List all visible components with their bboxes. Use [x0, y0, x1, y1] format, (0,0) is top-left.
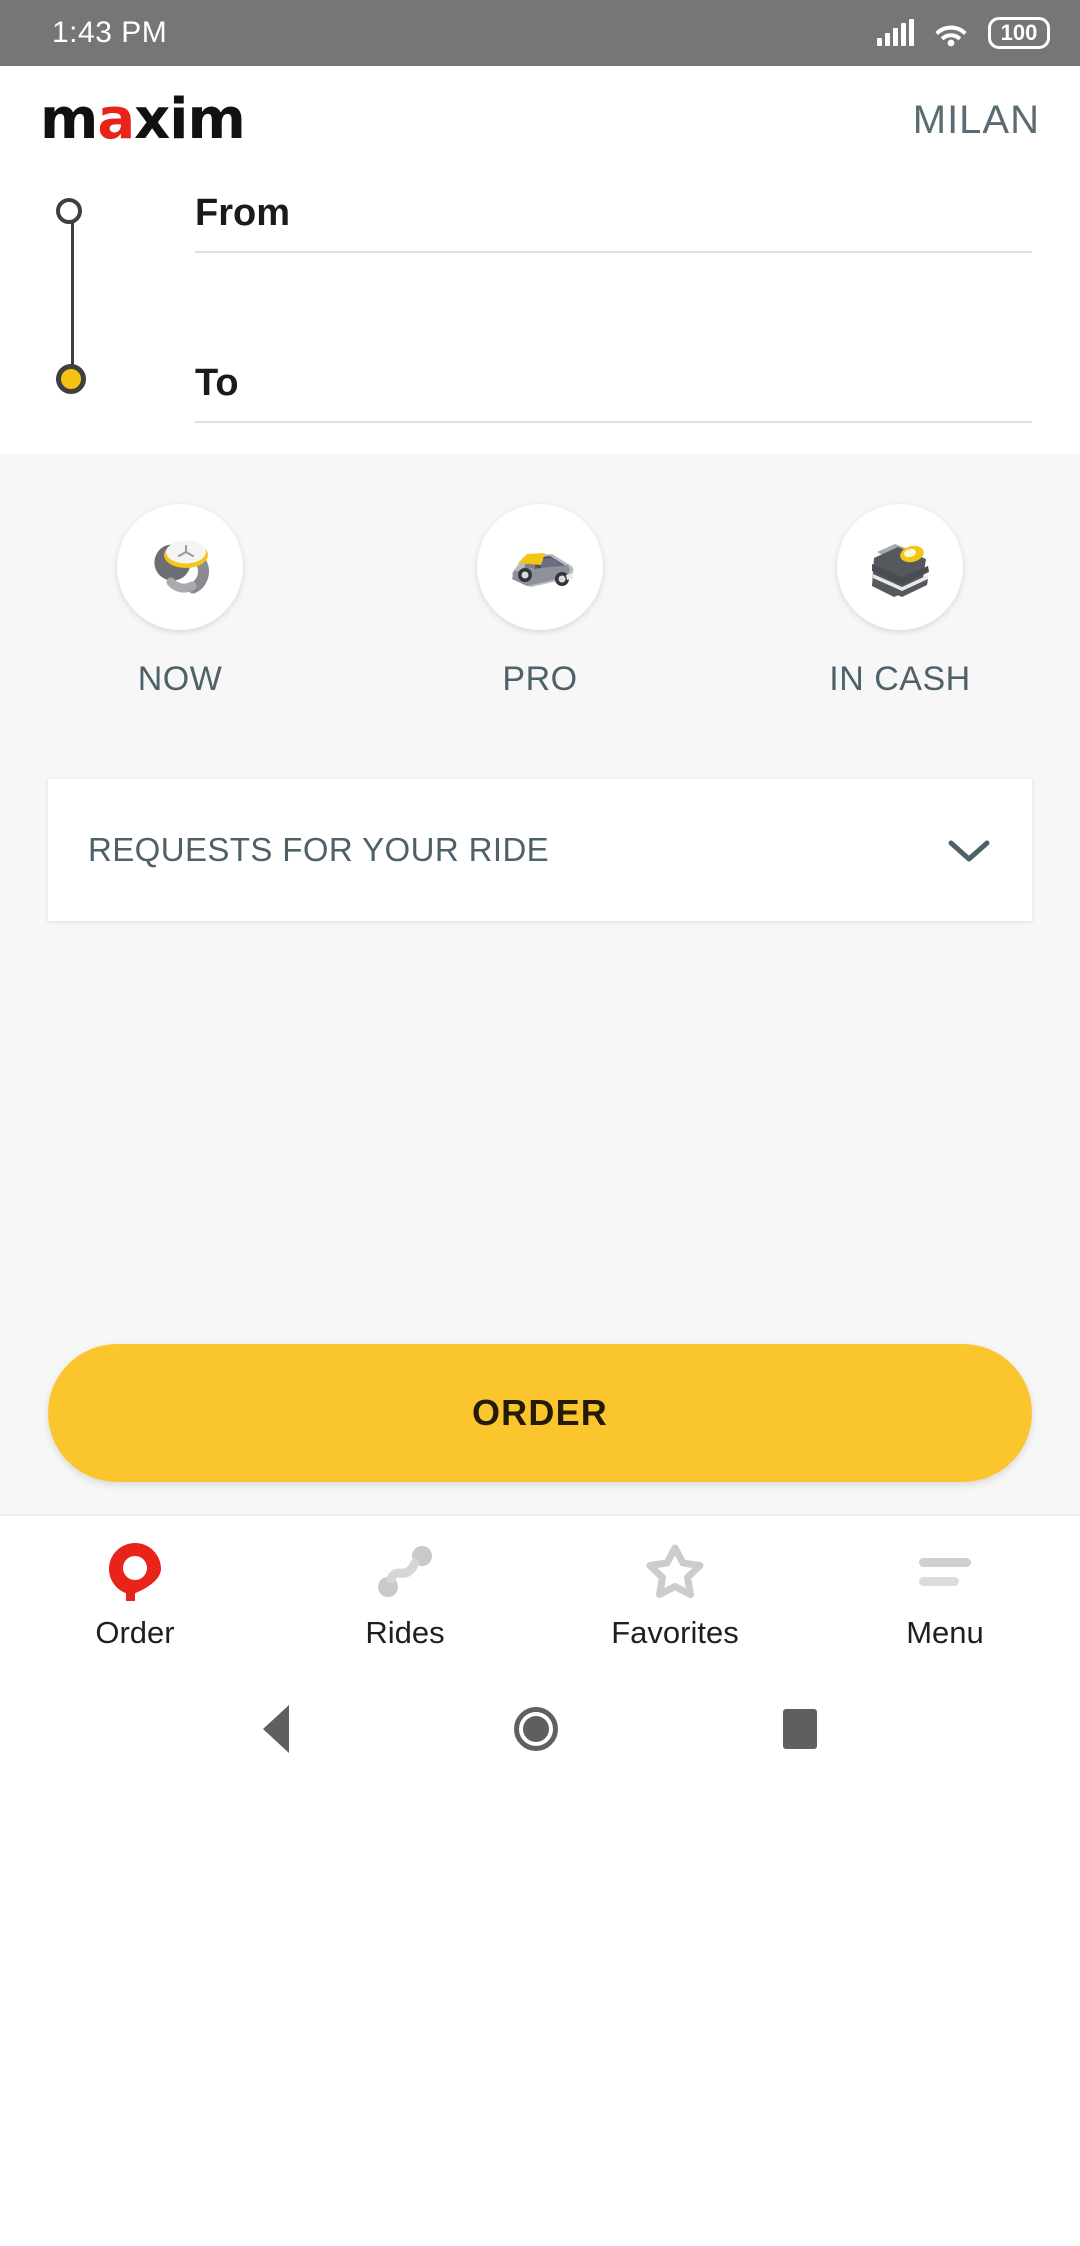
status-time: 1:43 PM [52, 16, 168, 49]
origin-dot-icon [56, 198, 82, 224]
recents-square-icon[interactable] [783, 1709, 818, 1749]
to-field-underline [195, 421, 1032, 423]
home-circle-icon[interactable] [513, 1707, 558, 1751]
route-panel: From To [0, 174, 1080, 454]
city-selector[interactable]: MILAN [913, 98, 1040, 143]
battery-level: 100 [1000, 20, 1038, 45]
logo-text-part2: xim [134, 87, 246, 152]
route-track [56, 198, 88, 394]
route-line [71, 214, 74, 380]
android-system-nav [0, 1676, 1080, 1782]
maxim-logo: m a xim [40, 87, 246, 152]
service-option-pro[interactable]: PRO [360, 504, 720, 699]
status-bar: 1:43 PM 100 [0, 0, 1080, 66]
logo-text-part1: m [40, 87, 98, 152]
nav-item-order[interactable]: Order [0, 1516, 270, 1676]
services-row: NOW PRO IN CASH [0, 454, 1080, 699]
bottom-navigation: Order Rides Favorites Menu [0, 1514, 1080, 1676]
back-triangle-icon[interactable] [262, 1705, 289, 1753]
nav-item-favorites[interactable]: Favorites [540, 1516, 810, 1676]
from-field-label: From [195, 192, 290, 234]
status-icons: 100 [877, 17, 1050, 49]
order-button-container: ORDER [0, 1344, 1080, 1482]
requests-for-your-ride-row[interactable]: REQUESTS FOR YOUR RIDE [48, 779, 1032, 921]
app-header: m a xim MILAN [0, 66, 1080, 174]
hamburger-icon [914, 1541, 976, 1603]
to-field-label: To [195, 362, 239, 404]
nav-item-rides[interactable]: Rides [270, 1516, 540, 1676]
service-label-pro: PRO [502, 660, 578, 698]
car-icon [512, 553, 574, 587]
from-field-underline [195, 251, 1032, 253]
nav-label-menu: Menu [906, 1615, 984, 1650]
service-label-in-cash: IN CASH [829, 660, 971, 698]
wallet-icon [872, 544, 929, 597]
signal-bars-icon [877, 19, 914, 46]
from-field[interactable]: From [195, 192, 1032, 253]
service-icon-circle [477, 504, 603, 630]
nav-label-order: Order [95, 1615, 175, 1650]
service-icon-circle [837, 504, 963, 630]
destination-dot-icon [56, 364, 86, 394]
order-button[interactable]: ORDER [48, 1344, 1032, 1482]
chevron-down-icon[interactable] [946, 836, 992, 864]
nav-label-favorites: Favorites [611, 1615, 739, 1650]
to-field[interactable]: To [195, 362, 1032, 423]
wifi-icon [935, 25, 967, 47]
star-outline-icon [644, 1541, 706, 1603]
services-area: NOW PRO IN CASH REQUESTS FOR YOUR RIDE O… [0, 454, 1080, 1514]
logo-text-accent: a [97, 87, 135, 152]
nav-item-menu[interactable]: Menu [810, 1516, 1080, 1676]
service-icon-circle [117, 504, 243, 630]
nav-label-rides: Rides [365, 1615, 445, 1650]
requests-label: REQUESTS FOR YOUR RIDE [88, 831, 550, 868]
service-option-in-cash[interactable]: IN CASH [720, 504, 1080, 699]
service-label-now: NOW [137, 660, 223, 698]
route-icon [374, 1541, 436, 1603]
wristwatch-icon [154, 540, 210, 594]
service-option-now[interactable]: NOW [0, 504, 360, 699]
battery-icon: 100 [988, 17, 1050, 49]
maxim-pin-icon [105, 1541, 165, 1603]
